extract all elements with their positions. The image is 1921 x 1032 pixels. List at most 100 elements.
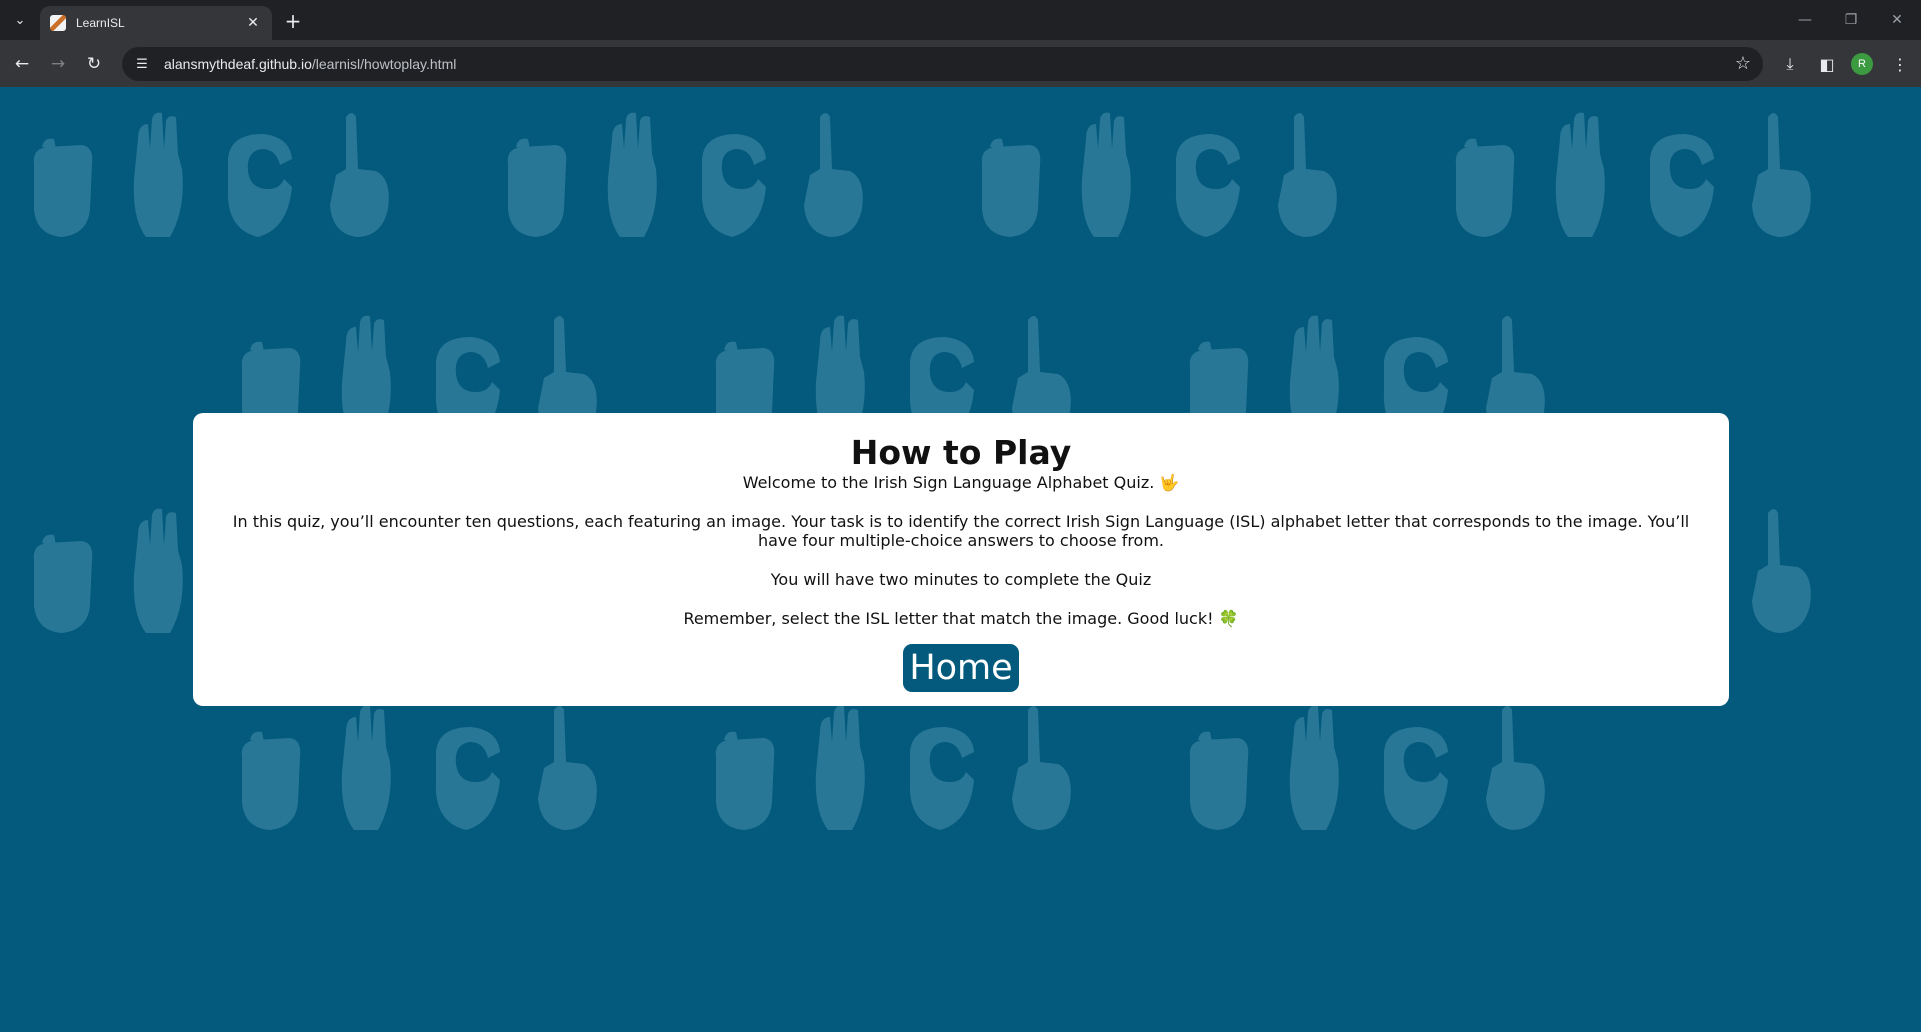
browser-tab[interactable]: LearnISL ✕ — [40, 6, 272, 40]
hand-sign-icon — [1175, 134, 1240, 237]
hand-sign — [22, 505, 102, 644]
hand-sign-icon — [241, 731, 301, 830]
hand-sign — [692, 109, 772, 248]
hand-sign — [1640, 109, 1720, 248]
hand-sign — [328, 702, 408, 841]
close-window-icon[interactable]: ✕ — [1877, 6, 1917, 34]
hand-sign-icon — [1278, 113, 1337, 237]
hand-sign — [316, 109, 396, 248]
star-icon[interactable]: ☆ — [1735, 53, 1751, 74]
restore-icon[interactable]: ❐ — [1831, 6, 1871, 34]
hand-sign — [22, 109, 102, 248]
hand-sign-icon — [133, 112, 183, 237]
hand-sign — [594, 109, 674, 248]
url-path: /learnisl/howtoplay.html — [311, 56, 457, 72]
hand-sign-icon — [1649, 134, 1714, 237]
hand-sign-icon — [1189, 731, 1249, 830]
hand-sign-icon — [1752, 113, 1811, 237]
hand-sign — [426, 702, 506, 841]
hand-sign — [230, 702, 310, 841]
hand-sign — [524, 702, 604, 841]
hand-sign — [1542, 109, 1622, 248]
hand-sign-icon — [435, 727, 500, 830]
tab-title: LearnISL — [76, 16, 125, 30]
hand-pattern-group — [1444, 109, 1844, 249]
hand-pattern-group — [704, 702, 1104, 842]
hand-sign-icon — [701, 134, 766, 237]
hand-sign-icon — [1012, 706, 1071, 830]
hand-sign-icon — [1555, 112, 1605, 237]
download-icon[interactable]: ⤓ — [1776, 50, 1804, 78]
hand-sign — [790, 109, 870, 248]
hand-sign-icon — [909, 727, 974, 830]
time-limit-text: You will have two minutes to complete th… — [770, 570, 1152, 589]
hand-sign — [1738, 109, 1818, 248]
hand-sign — [1264, 109, 1344, 248]
hand-sign-icon — [33, 138, 93, 237]
hand-sign — [496, 109, 576, 248]
favicon-icon — [50, 15, 66, 31]
arrow-left-icon[interactable]: ← — [8, 50, 36, 78]
avatar[interactable]: R — [1851, 53, 1873, 75]
hand-pattern-group — [22, 109, 422, 249]
address-bar[interactable]: ☰ alansmythdeaf.github.io/learnisl/howto… — [122, 47, 1763, 81]
hand-sign-icon — [1289, 705, 1339, 830]
hand-sign — [1276, 702, 1356, 841]
hand-sign — [970, 109, 1050, 248]
browser-toolbar: ← → ↻ ☰ alansmythdeaf.github.io/learnisl… — [0, 40, 1921, 87]
kebab-menu-icon[interactable]: ⋮ — [1886, 50, 1914, 78]
hand-pattern-row — [0, 109, 1921, 249]
hand-sign-icon — [341, 705, 391, 830]
good-luck-text: Remember, select the ISL letter that mat… — [683, 609, 1239, 628]
hand-pattern-group — [970, 109, 1370, 249]
page-viewport: How to Play Welcome to the Irish Sign La… — [0, 87, 1921, 1032]
hand-sign — [802, 702, 882, 841]
hand-sign-icon — [804, 113, 863, 237]
hand-sign — [1178, 702, 1258, 841]
reload-icon[interactable]: ↻ — [80, 50, 108, 78]
hand-sign — [120, 505, 200, 644]
hand-sign-icon — [715, 731, 775, 830]
quiz-description: In this quiz, you’ll encounter ten quest… — [232, 512, 1690, 550]
hand-sign-icon — [227, 134, 292, 237]
hand-pattern-row — [0, 702, 1921, 842]
hand-pattern-group — [496, 109, 896, 249]
hand-sign-icon — [1081, 112, 1131, 237]
hand-sign — [218, 109, 298, 248]
page-title: How to Play — [850, 433, 1072, 472]
hand-sign — [120, 109, 200, 248]
hand-sign — [1444, 109, 1524, 248]
hand-sign-icon — [815, 705, 865, 830]
hand-sign-icon — [33, 534, 93, 633]
hand-sign-icon — [507, 138, 567, 237]
home-button[interactable]: Home — [903, 644, 1019, 692]
arrow-right-icon[interactable]: → — [44, 50, 72, 78]
intro-text: Welcome to the Irish Sign Language Alpha… — [742, 473, 1180, 492]
hand-sign-icon — [1752, 509, 1811, 633]
url-text[interactable]: alansmythdeaf.github.io/learnisl/howtopl… — [164, 56, 456, 72]
hand-sign — [1374, 702, 1454, 841]
hand-sign-icon — [133, 508, 183, 633]
hand-sign-icon — [607, 112, 657, 237]
hand-sign — [1472, 702, 1552, 841]
browser-tabstrip: ⌄ LearnISL ✕ + — ❐ ✕ — [0, 0, 1921, 40]
hand-sign-icon — [981, 138, 1041, 237]
hand-sign-icon — [1383, 727, 1448, 830]
plus-icon[interactable]: + — [280, 8, 306, 34]
hand-sign-icon — [538, 706, 597, 830]
minimize-icon[interactable]: — — [1785, 6, 1825, 34]
hand-sign — [1166, 109, 1246, 248]
hand-sign — [998, 702, 1078, 841]
hand-pattern-group — [1178, 702, 1578, 842]
tune-icon[interactable]: ☰ — [132, 57, 152, 72]
close-icon[interactable]: ✕ — [244, 15, 262, 31]
hand-sign-icon — [1455, 138, 1515, 237]
hand-sign-icon — [1486, 706, 1545, 830]
url-domain: alansmythdeaf.github.io — [164, 56, 312, 72]
hand-sign — [1068, 109, 1148, 248]
side-panel-icon[interactable]: ◧ — [1813, 50, 1841, 78]
hand-sign — [704, 702, 784, 841]
hand-sign — [900, 702, 980, 841]
hand-sign — [1738, 505, 1818, 644]
chevron-down-icon[interactable]: ⌄ — [8, 8, 32, 32]
